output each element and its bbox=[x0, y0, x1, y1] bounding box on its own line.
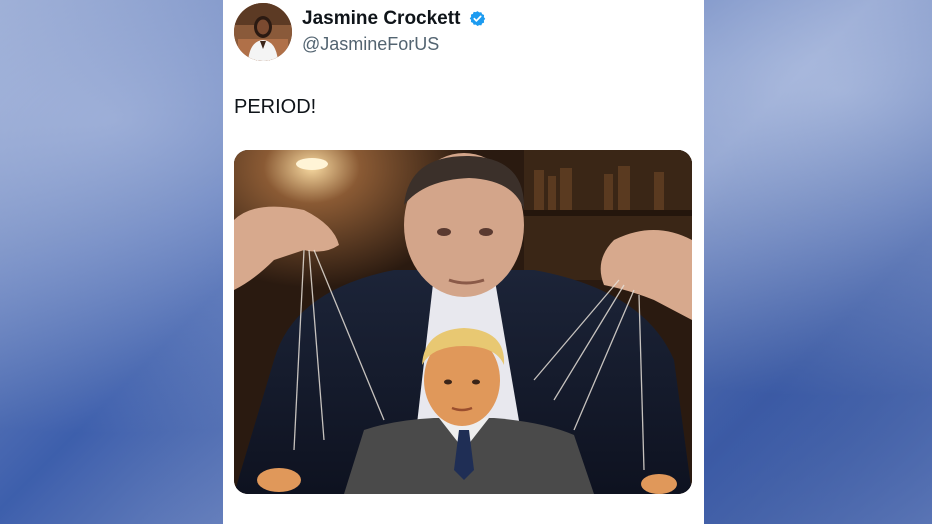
tweet-card: Jasmine Crockett @JasmineForUS PERIOD! bbox=[223, 0, 704, 524]
verified-badge-icon bbox=[469, 10, 486, 27]
display-name[interactable]: Jasmine Crockett bbox=[302, 8, 460, 30]
tweet-text: PERIOD! bbox=[234, 96, 317, 118]
avatar[interactable] bbox=[234, 3, 292, 61]
user-handle[interactable]: @JasmineForUS bbox=[302, 34, 439, 55]
tweet-image[interactable] bbox=[234, 150, 692, 494]
